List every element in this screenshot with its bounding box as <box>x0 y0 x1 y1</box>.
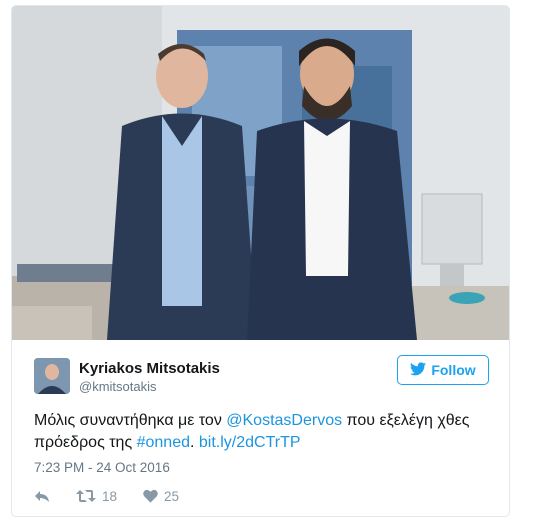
retweet-count: 18 <box>102 488 118 504</box>
tweet-text: Μόλις συναντήθηκα με τον @KostasDervos π… <box>34 410 504 454</box>
retweet-icon <box>76 489 96 503</box>
like-count: 25 <box>164 488 180 504</box>
retweet-button[interactable]: 18 <box>76 489 117 504</box>
heart-icon <box>143 489 158 503</box>
tweet-actions: 18 25 <box>34 486 205 506</box>
reply-icon <box>34 489 50 503</box>
tweet-photo[interactable] <box>12 6 509 340</box>
tweet-text-part: . <box>190 434 199 451</box>
tweet-body: Kyriakos Mitsotakis @kmitsotakis Follow … <box>12 340 509 516</box>
tweet-card: Kyriakos Mitsotakis @kmitsotakis Follow … <box>11 5 510 517</box>
tweet-text-part: Μόλις συναντήθηκα με τον <box>34 412 227 429</box>
author-handle[interactable]: @kmitsotakis <box>79 379 157 394</box>
avatar[interactable] <box>34 358 70 394</box>
tweet-timestamp[interactable]: 7:23 PM - 24 Oct 2016 <box>34 460 170 475</box>
hashtag-link[interactable]: #onned <box>137 434 190 451</box>
url-link[interactable]: bit.ly/2dCTrTP <box>199 434 301 451</box>
follow-label: Follow <box>431 362 476 378</box>
like-button[interactable]: 25 <box>143 489 179 504</box>
follow-button[interactable]: Follow <box>397 355 489 385</box>
mention-link[interactable]: @KostasDervos <box>226 412 342 429</box>
author-name[interactable]: Kyriakos Mitsotakis <box>79 360 220 377</box>
twitter-bird-icon <box>410 361 427 379</box>
reply-button[interactable] <box>34 489 50 503</box>
